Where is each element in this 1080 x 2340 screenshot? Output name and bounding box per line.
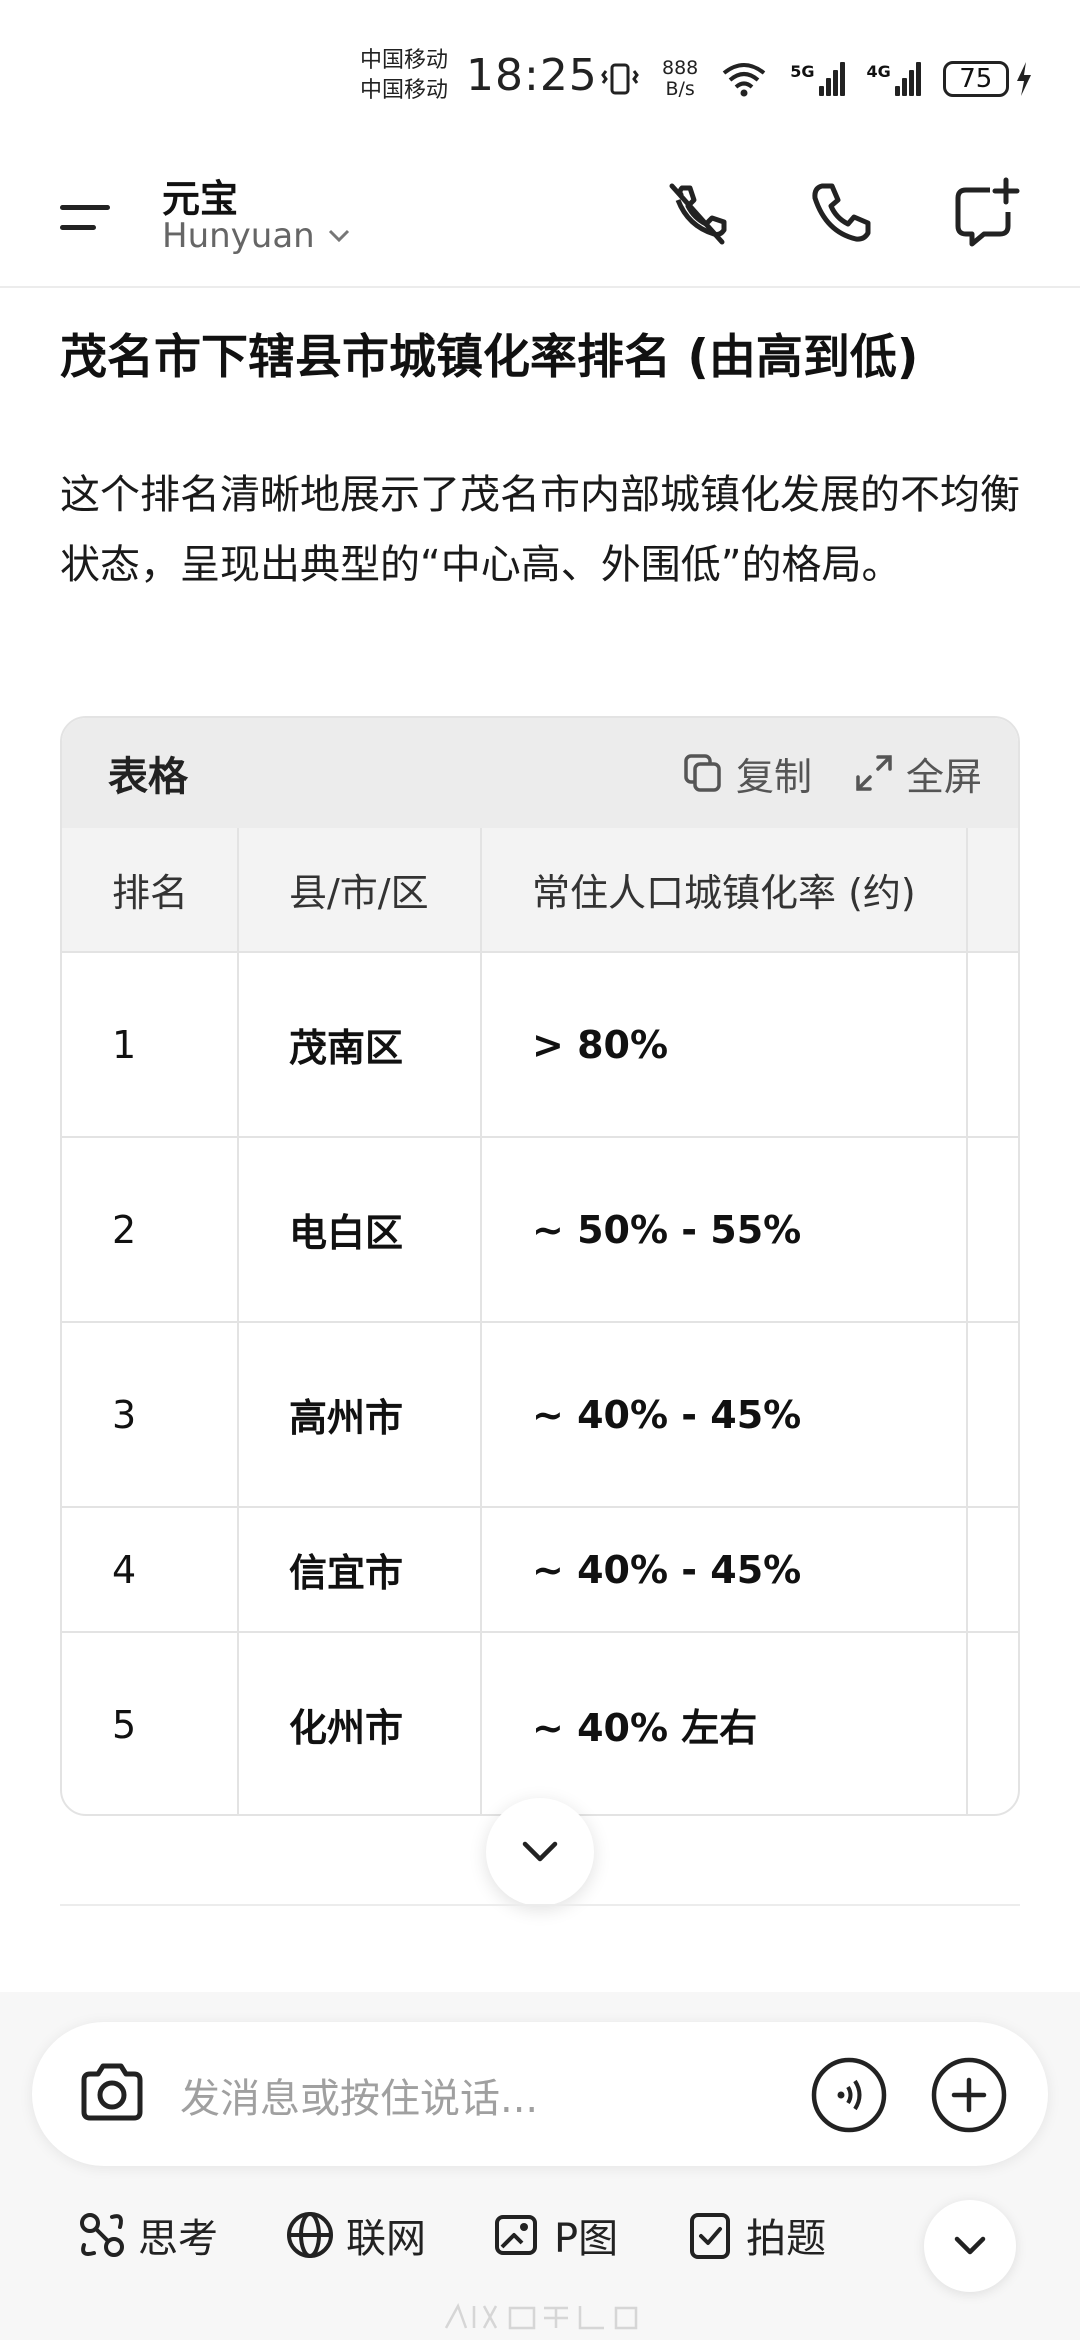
think-label: 思考 [138, 2216, 218, 2262]
cell-cut-off [967, 1507, 1018, 1633]
cell-region: 化州市 [238, 1632, 482, 1814]
checklist-icon [690, 2213, 731, 2259]
mute-icon[interactable] [660, 176, 736, 252]
copy-icon [684, 754, 721, 792]
photo-question-label: 拍题 [746, 2216, 827, 2262]
status-icons: 888 B/s 5G 4G 75 [600, 52, 1033, 106]
add-icon[interactable] [930, 2056, 1008, 2134]
model-name: Hunyuan [162, 216, 315, 256]
signal-4g-label: 4G [866, 62, 891, 81]
col-header-rank: 排名 [62, 828, 239, 953]
globe-icon [287, 2212, 333, 2258]
wifi-icon [723, 63, 766, 97]
table-row: 2 电白区 ~ 50% - 55% [62, 1137, 1018, 1323]
status-bar: 中国移动 中国移动 18:25 888 B/s 5G 4G 75 [0, 0, 1080, 150]
cell-region: 高州市 [238, 1322, 482, 1508]
signal-4g: 4G [867, 62, 921, 96]
cell-rate: ~ 40% - 45% [481, 1507, 968, 1633]
copy-button[interactable]: 复制 [682, 746, 812, 801]
table-row: 5 化州市 ~ 40% 左右 [62, 1632, 1018, 1814]
cell-rate: ~ 50% - 55% [481, 1137, 968, 1323]
cell-region: 电白区 [238, 1137, 482, 1323]
menu-button[interactable] [60, 195, 118, 239]
table-scroll-area[interactable]: 排名 县/市/区 常住人口城镇化率 (约) 1 茂南区 > 80% 2 电白区 … [62, 828, 1018, 1814]
charging-icon [1016, 62, 1031, 96]
battery-level: 75 [942, 61, 1009, 97]
message-input-bar[interactable]: 发消息或按住说话... [32, 2022, 1048, 2166]
carrier-1: 中国移动 [360, 48, 449, 73]
table-row: 3 高州市 ~ 40% - 45% [62, 1322, 1018, 1508]
answer-paragraph: 这个排名清晰地展示了茂名市内部城镇化发展的不均衡状态，呈现出典型的“中心高、外围… [60, 472, 1020, 588]
cell-rank: 1 [62, 952, 239, 1138]
photo-question-button[interactable]: 拍题 [684, 2206, 826, 2264]
table-header-row: 排名 县/市/区 常住人口城镇化率 (约) [62, 828, 1018, 953]
message-input[interactable]: 发消息或按住说话... [180, 2066, 538, 2124]
cell-rank: 5 [62, 1632, 239, 1814]
scroll-to-bottom-button[interactable] [486, 1798, 594, 1906]
image-edit-icon [495, 2215, 537, 2255]
cell-rate: ~ 40% 左右 [481, 1632, 968, 1814]
chevron-down-icon [328, 229, 349, 243]
cell-rank: 2 [62, 1137, 239, 1323]
data-table: 排名 县/市/区 常住人口城镇化率 (约) 1 茂南区 > 80% 2 电白区 … [62, 828, 1018, 1814]
image-edit-button[interactable]: P图 [492, 2206, 618, 2264]
status-time: 18:25 [466, 50, 598, 101]
quick-tools: 思考 联网 P图 拍题 [76, 2206, 826, 2264]
table-card: 表格 复制 全屏 排名 县/市/区 常住人口城镇化率 (约) 1 茂南区 > 8… [60, 716, 1020, 1816]
web-search-button[interactable]: 联网 [284, 2206, 426, 2264]
signal-5g: 5G [790, 62, 845, 96]
web-label: 联网 [346, 2216, 426, 2262]
app-title: 元宝 [162, 177, 239, 221]
cell-cut-off [967, 1322, 1018, 1508]
table-card-header: 表格 复制 全屏 [62, 718, 1018, 828]
fullscreen-button[interactable]: 全屏 [854, 746, 982, 801]
carrier-info: 中国移动 中国移动 [360, 46, 448, 106]
watermark-logo [444, 2302, 638, 2330]
signal-5g-label: 5G [790, 62, 815, 81]
think-button[interactable]: 思考 [76, 2206, 218, 2264]
cell-cut-off [967, 1137, 1018, 1323]
answer-heading: 茂名市下辖县市城镇化率排名 (由高到低) [60, 330, 919, 385]
app-header: 元宝 Hunyuan [0, 150, 1080, 288]
model-selector[interactable]: Hunyuan [162, 216, 351, 256]
toolbar-expand-button[interactable] [924, 2200, 1016, 2292]
cell-rank: 3 [62, 1322, 239, 1508]
battery-indicator: 75 [942, 61, 1033, 97]
cell-rank: 4 [62, 1507, 239, 1633]
copy-label: 复制 [735, 754, 812, 799]
table-row: 1 茂南区 > 80% [62, 952, 1018, 1138]
new-chat-icon[interactable] [948, 176, 1024, 252]
fullscreen-icon [856, 755, 892, 791]
atom-icon [80, 2213, 124, 2257]
cell-rate: ~ 40% - 45% [481, 1322, 968, 1508]
chevron-down-icon [954, 2236, 986, 2255]
cell-cut-off [967, 1632, 1018, 1814]
composer-area: 发消息或按住说话... 思考 联网 P图 拍题 [0, 1992, 1080, 2340]
net-speed-value: 888 [662, 57, 699, 79]
table-card-title: 表格 [108, 754, 188, 800]
cell-rate: > 80% [481, 952, 968, 1138]
carrier-2: 中国移动 [360, 78, 449, 103]
content-divider [60, 1904, 1020, 1906]
cell-cut-off [967, 952, 1018, 1138]
voice-icon[interactable] [810, 2056, 888, 2134]
table-row: 4 信宜市 ~ 40% - 45% [62, 1507, 1018, 1633]
vibrate-icon [601, 63, 639, 95]
camera-icon[interactable] [74, 2056, 150, 2132]
pimage-label: P图 [554, 2216, 619, 2262]
net-speed: 888 B/s [662, 58, 698, 100]
fullscreen-label: 全屏 [905, 754, 982, 799]
cell-region: 信宜市 [238, 1507, 482, 1633]
col-header-rate: 常住人口城镇化率 (约) [481, 828, 968, 953]
phone-icon[interactable] [802, 176, 878, 252]
net-speed-unit: B/s [665, 78, 695, 100]
cell-region: 茂南区 [238, 952, 482, 1138]
col-header-region: 县/市/区 [238, 828, 482, 953]
chevron-down-icon [522, 1841, 558, 1862]
col-header-cut-off [967, 828, 1018, 953]
